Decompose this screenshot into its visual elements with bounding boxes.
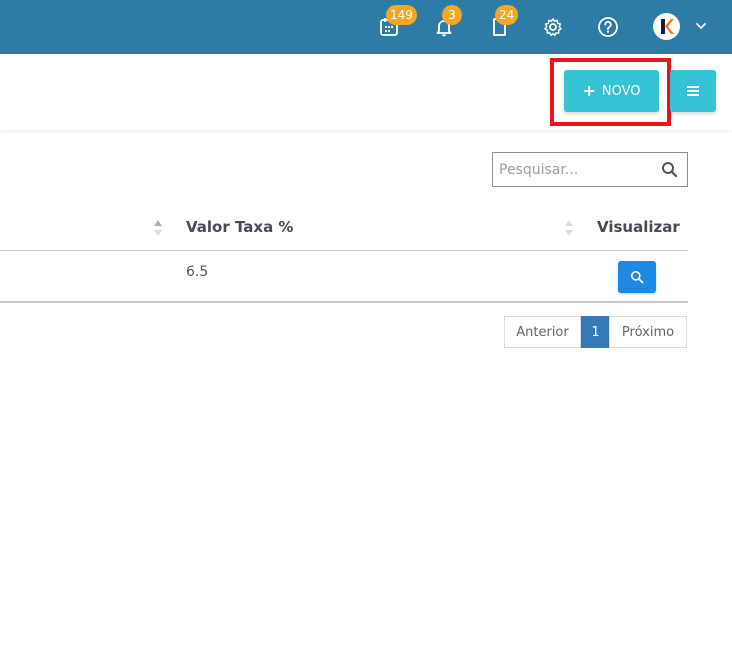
search-icon: [631, 271, 644, 284]
search-input[interactable]: [493, 153, 653, 186]
sort-icon[interactable]: [153, 218, 163, 238]
menu-icon: [687, 86, 699, 96]
search-box: [492, 152, 688, 187]
notifications-badge: 3: [442, 5, 462, 25]
gear-icon[interactable]: [540, 14, 566, 40]
new-button[interactable]: + NOVO: [564, 70, 659, 112]
calendar-badge: 149: [386, 5, 417, 25]
menu-button[interactable]: [670, 70, 716, 112]
table-bottom-divider: [0, 301, 688, 303]
table-header-divider: [0, 250, 688, 251]
cell-valor-taxa: 6.5: [186, 264, 209, 280]
search-icon[interactable]: [661, 161, 678, 182]
column-header-visualizar: Visualizar: [597, 218, 680, 236]
pagination-page-current[interactable]: 1: [581, 316, 610, 348]
pagination-prev[interactable]: Anterior: [504, 316, 581, 348]
chevron-down-icon[interactable]: [693, 18, 709, 34]
new-button-label: NOVO: [601, 83, 641, 99]
pagination-next[interactable]: Próximo: [609, 316, 687, 348]
help-icon[interactable]: [595, 14, 621, 40]
avatar[interactable]: [653, 13, 680, 40]
top-navbar: 149 3 24: [0, 0, 732, 54]
plus-icon: +: [582, 81, 596, 100]
pagination: Anterior 1 Próximo: [504, 316, 687, 348]
column-header-valor-taxa[interactable]: Valor Taxa %: [186, 218, 293, 236]
sort-icon[interactable]: [564, 218, 574, 238]
view-button[interactable]: [618, 261, 656, 293]
documents-badge: 24: [495, 5, 519, 25]
